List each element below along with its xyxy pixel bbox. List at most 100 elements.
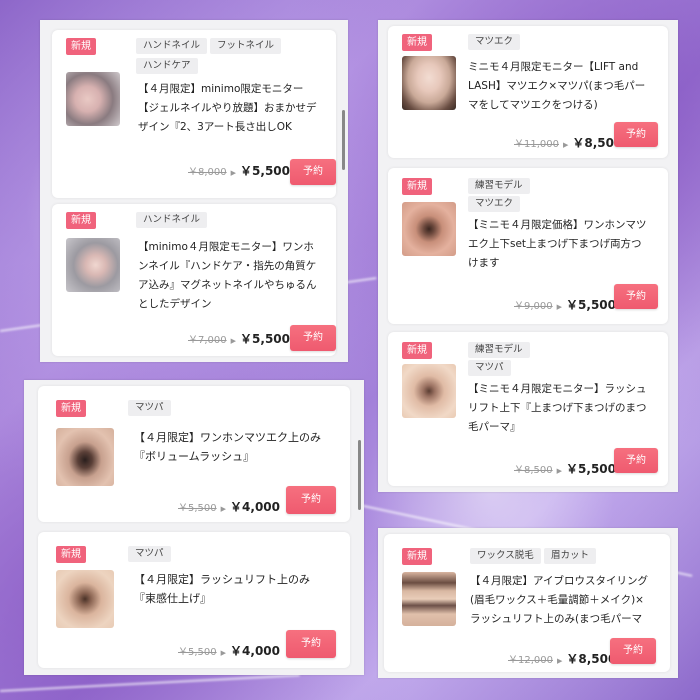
- reserve-button[interactable]: 予約: [290, 325, 336, 351]
- original-price: ￥5,500: [178, 503, 217, 514]
- menu-title-line: 【minimo４月限定モニター】ワンホ: [138, 241, 314, 253]
- new-badge: 新規: [402, 548, 432, 565]
- reserve-button[interactable]: 予約: [610, 638, 656, 664]
- menu-title: 【minimo４月限定モニター】ワンホ ンネイル『ハンドケア・指先の角質ケ ア込…: [138, 238, 333, 314]
- menu-title-line: 【４月限定】ワンホンマツエク上のみ: [134, 431, 321, 444]
- background-streak: [0, 674, 300, 692]
- category-tag: 眉カット: [544, 548, 597, 564]
- arrow-icon: ▶: [230, 169, 237, 177]
- eye-photo: [402, 364, 456, 418]
- menu-title: 【４月限定】minimo限定モニター 【ジェルネイルやり放題】おまかせデ ザイン…: [138, 80, 333, 137]
- category-tag: ハンドケア: [136, 58, 198, 74]
- category-tag: ワックス脱毛: [470, 548, 541, 564]
- lash-photo: [56, 428, 114, 486]
- price-row: ￥8,500 ▶ ￥5,500: [514, 460, 616, 477]
- arrow-icon: ▶: [557, 657, 563, 665]
- nail-photo: [66, 238, 120, 292]
- category-tag: ハンドネイル: [136, 38, 208, 54]
- menu-title: 【ミニモ４月限定モニター】ラッシュ リフト上下『上まつげ下まつげのまつ 毛パーマ…: [468, 380, 664, 437]
- new-badge: 新規: [402, 178, 432, 195]
- original-price: ￥12,000: [508, 655, 553, 666]
- reserve-button[interactable]: 予約: [614, 448, 658, 473]
- original-price: ￥7,000: [188, 335, 227, 346]
- original-price: ￥8,000: [188, 167, 227, 178]
- category-tag: マツパ: [128, 400, 171, 416]
- scrollbar[interactable]: [342, 110, 345, 170]
- original-price: ￥8,500: [514, 465, 553, 476]
- original-price: ￥11,000: [514, 139, 559, 150]
- lash-photo: [56, 570, 114, 628]
- category-tag: マツパ: [468, 360, 511, 376]
- price-row: ￥11,000 ▶ ￥8,500: [514, 134, 622, 151]
- new-badge: 新規: [402, 34, 432, 51]
- menu-title-line: 【４月限定】minimo限定モニター: [138, 83, 304, 95]
- new-badge: 新規: [66, 212, 96, 229]
- reserve-button[interactable]: 予約: [614, 122, 658, 147]
- original-price: ￥5,500: [178, 647, 217, 658]
- menu-card[interactable]: 新規 練習モデル マツエク 【ミニモ４月限定価格】ワンホンマツ エク上下set上…: [388, 168, 668, 324]
- menu-card[interactable]: 新規 マツパ 【４月限定】ラッシュリフト上のみ 『束感仕上げ』 ￥5,500 ▶…: [38, 532, 350, 668]
- menu-title-line: 【４月限定】ラッシュリフト上のみ: [134, 573, 310, 586]
- menu-title-line: エク上下set上まつげ下まつげ両方つ: [468, 238, 642, 250]
- category-tag: フットネイル: [210, 38, 282, 54]
- arrow-icon: ▶: [220, 649, 227, 657]
- menu-card[interactable]: 新規 マツパ 【４月限定】ワンホンマツエク上のみ 『ボリュームラッシュ』 ￥5,…: [38, 386, 350, 522]
- category-tag: 練習モデル: [468, 342, 530, 358]
- sale-price: ￥4,000: [230, 644, 280, 658]
- arrow-icon: ▶: [563, 141, 569, 149]
- menu-title-line: ザイン『2、3アート長さ出しOK: [138, 121, 292, 133]
- menu-title-line: けます: [468, 257, 500, 269]
- new-badge: 新規: [402, 342, 432, 359]
- menu-title-line: 毛パーマ』: [468, 421, 521, 433]
- menu-title-line: 【ミニモ４月限定モニター】ラッシュ: [468, 383, 647, 395]
- brow-photo: [402, 572, 456, 626]
- face-photo: [402, 56, 456, 110]
- sale-price: ￥5,500: [566, 298, 616, 312]
- price-row: ￥5,500 ▶ ￥4,000: [178, 642, 280, 659]
- menu-title-line: としたデザイン: [138, 298, 212, 310]
- menu-title-line: ンネイル『ハンドケア・指先の角質ケ: [138, 260, 317, 272]
- category-tag: 練習モデル: [468, 178, 530, 194]
- reserve-button[interactable]: 予約: [286, 630, 336, 658]
- reserve-button[interactable]: 予約: [614, 284, 658, 309]
- nail-photo: [66, 72, 120, 126]
- scrollbar[interactable]: [358, 440, 361, 510]
- category-tag: マツエク: [468, 34, 521, 50]
- reserve-button[interactable]: 予約: [290, 159, 336, 185]
- screenshot-panel-nail: 新規 ハンドネイル フットネイル ハンドケア 【４月限定】minimo限定モニタ…: [40, 20, 348, 362]
- menu-title-line: LASH】マツエク×マツパ(まつ毛パー: [468, 80, 646, 92]
- original-price: ￥9,000: [514, 301, 553, 312]
- menu-title-line: 【ジェルネイルやり放題】おまかせデ: [138, 102, 317, 114]
- new-badge: 新規: [66, 38, 96, 55]
- category-tag: マツエク: [468, 196, 521, 212]
- menu-card[interactable]: 新規 ワックス脱毛 眉カット 【４月限定】アイブロウスタイリング (眉毛ワックス…: [384, 534, 670, 672]
- menu-card[interactable]: 新規 ハンドネイル フットネイル ハンドケア 【４月限定】minimo限定モニタ…: [52, 30, 336, 198]
- menu-title-line: リフト上下『上まつげ下まつげのまつ: [468, 402, 647, 414]
- screenshot-panel-brow: 新規 ワックス脱毛 眉カット 【４月限定】アイブロウスタイリング (眉毛ワックス…: [378, 528, 678, 678]
- menu-title: ミニモ４月限定モニター【LIFT and LASH】マツエク×マツパ(まつ毛パー…: [468, 58, 664, 115]
- category-tag: ハンドネイル: [136, 212, 208, 228]
- sale-price: ￥8,500: [566, 652, 617, 666]
- menu-title: 【ミニモ４月限定価格】ワンホンマツ エク上下set上まつげ下まつげ両方つ けます: [468, 216, 664, 273]
- sale-price: ￥5,500: [240, 164, 290, 178]
- price-row: ￥7,000 ▶ ￥5,500: [188, 330, 290, 347]
- price-row: ￥5,500 ▶ ￥4,000: [178, 498, 280, 515]
- menu-title-line: 【ミニモ４月限定価格】ワンホンマツ: [468, 219, 647, 231]
- menu-title-line: ミニモ４月限定モニター【LIFT and: [468, 61, 639, 73]
- eye-photo: [402, 202, 456, 256]
- menu-title-line: 『ボリュームラッシュ』: [134, 450, 255, 463]
- sale-price: ￥5,500: [240, 332, 290, 346]
- arrow-icon: ▶: [220, 505, 227, 513]
- reserve-button[interactable]: 予約: [286, 486, 336, 514]
- menu-card[interactable]: 新規 ハンドネイル 【minimo４月限定モニター】ワンホ ンネイル『ハンドケア…: [52, 204, 336, 356]
- arrow-icon: ▶: [556, 467, 563, 475]
- price-row: ￥9,000 ▶ ￥5,500: [514, 296, 616, 313]
- menu-title-line: 【４月限定】アイブロウスタイリング: [470, 575, 648, 587]
- menu-title-line: ラッシュリフト上のみ(まつ毛パーマ: [470, 613, 643, 625]
- menu-title-line: マをしてマツエクをつける): [468, 99, 598, 111]
- screenshot-panel-eyelash: 新規 マツエク ミニモ４月限定モニター【LIFT and LASH】マツエク×マ…: [378, 20, 678, 492]
- menu-title: 【４月限定】ラッシュリフト上のみ 『束感仕上げ』: [134, 570, 348, 608]
- new-badge: 新規: [56, 546, 86, 563]
- menu-card[interactable]: 新規 練習モデル マツパ 【ミニモ４月限定モニター】ラッシュ リフト上下『上まつ…: [388, 332, 668, 486]
- menu-card[interactable]: 新規 マツエク ミニモ４月限定モニター【LIFT and LASH】マツエク×マ…: [388, 26, 668, 158]
